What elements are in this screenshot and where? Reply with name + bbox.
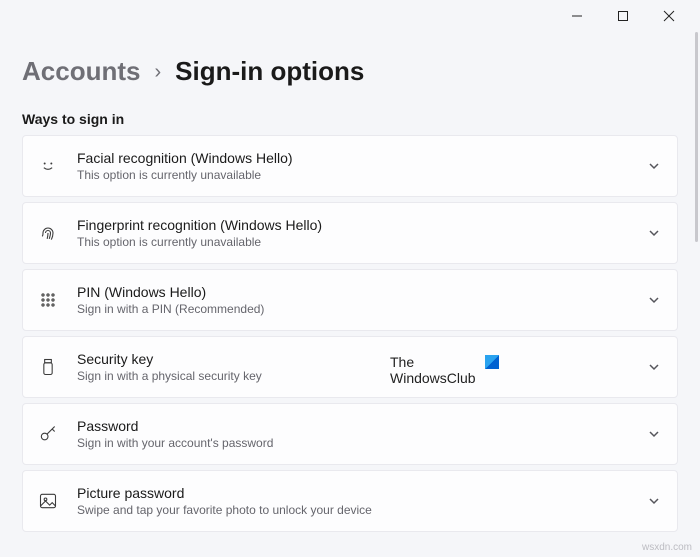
option-text: PIN (Windows Hello) Sign in with a PIN (… [77,283,647,318]
chevron-down-icon [647,159,661,173]
option-title: Picture password [77,484,647,502]
option-title: Security key [77,350,647,368]
option-desc: Sign in with a PIN (Recommended) [77,302,647,318]
chevron-down-icon [647,494,661,508]
chevron-down-icon [647,226,661,240]
fingerprint-icon [37,222,59,244]
page-title: Sign-in options [175,56,364,87]
breadcrumb: Accounts › Sign-in options [22,56,678,87]
breadcrumb-parent[interactable]: Accounts [22,56,140,87]
option-desc: This option is currently unavailable [77,168,647,184]
chevron-down-icon [647,293,661,307]
option-pin[interactable]: PIN (Windows Hello) Sign in with a PIN (… [22,269,678,331]
option-desc: This option is currently unavailable [77,235,647,251]
content-area: Accounts › Sign-in options Ways to sign … [0,32,700,532]
maximize-button[interactable] [600,1,646,31]
section-label: Ways to sign in [22,111,678,127]
option-facial-recognition[interactable]: Facial recognition (Windows Hello) This … [22,135,678,197]
option-text: Facial recognition (Windows Hello) This … [77,149,647,184]
scrollbar[interactable] [692,32,698,332]
key-icon [37,423,59,445]
option-title: Fingerprint recognition (Windows Hello) [77,216,647,234]
option-text: Picture password Swipe and tap your favo… [77,484,647,519]
option-security-key[interactable]: Security key Sign in with a physical sec… [22,336,678,398]
option-title: Password [77,417,647,435]
option-title: Facial recognition (Windows Hello) [77,149,647,167]
option-text: Fingerprint recognition (Windows Hello) … [77,216,647,251]
option-text: Security key Sign in with a physical sec… [77,350,647,385]
picture-icon [37,490,59,512]
chevron-down-icon [647,360,661,374]
usb-key-icon [37,356,59,378]
option-desc: Swipe and tap your favorite photo to unl… [77,503,647,519]
option-desc: Sign in with your account's password [77,436,647,452]
keypad-icon [37,289,59,311]
chevron-right-icon: › [154,61,161,84]
option-desc: Sign in with a physical security key [77,369,647,385]
window-titlebar [0,0,700,32]
option-password[interactable]: Password Sign in with your account's pas… [22,403,678,465]
scrollbar-thumb[interactable] [695,32,698,242]
close-button[interactable] [646,1,692,31]
option-title: PIN (Windows Hello) [77,283,647,301]
option-picture-password[interactable]: Picture password Swipe and tap your favo… [22,470,678,532]
option-text: Password Sign in with your account's pas… [77,417,647,452]
minimize-button[interactable] [554,1,600,31]
image-credit: wsxdn.com [642,542,692,553]
smiley-icon [37,155,59,177]
option-fingerprint[interactable]: Fingerprint recognition (Windows Hello) … [22,202,678,264]
chevron-down-icon [647,427,661,441]
